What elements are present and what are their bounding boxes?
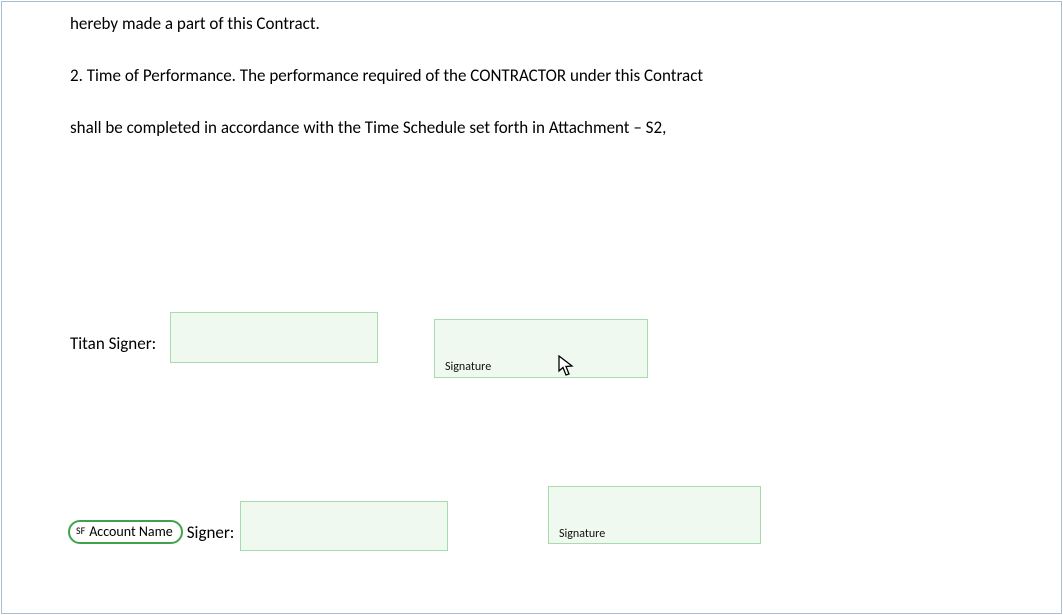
- contract-paragraph-3: shall be completed in accordance with th…: [70, 116, 993, 140]
- account-signer-suffix: Signer:: [187, 522, 235, 543]
- account-signature-field[interactable]: Signature: [548, 486, 761, 544]
- contract-paragraph-1: hereby made a part of this Contract.: [70, 12, 993, 36]
- document-page: hereby made a part of this Contract. 2. …: [1, 1, 1062, 614]
- sf-merge-field-account-name[interactable]: SF Account Name: [68, 520, 183, 543]
- sf-merge-field-label: Account Name: [89, 524, 173, 539]
- account-signer-name-field[interactable]: [240, 501, 448, 551]
- titan-signer-row: Titan Signer:: [70, 324, 378, 363]
- account-signature-label: Signature: [559, 527, 605, 541]
- titan-signer-name-field[interactable]: [170, 312, 378, 363]
- account-signer-row: SF Account Name Signer:: [68, 513, 448, 551]
- contract-paragraph-2: 2. Time of Performance. The performance …: [70, 64, 993, 88]
- sf-badge: SF: [76, 524, 85, 536]
- titan-signature-field[interactable]: Signature: [434, 319, 648, 378]
- titan-signature-label: Signature: [445, 360, 491, 374]
- titan-signer-label: Titan Signer:: [70, 333, 156, 354]
